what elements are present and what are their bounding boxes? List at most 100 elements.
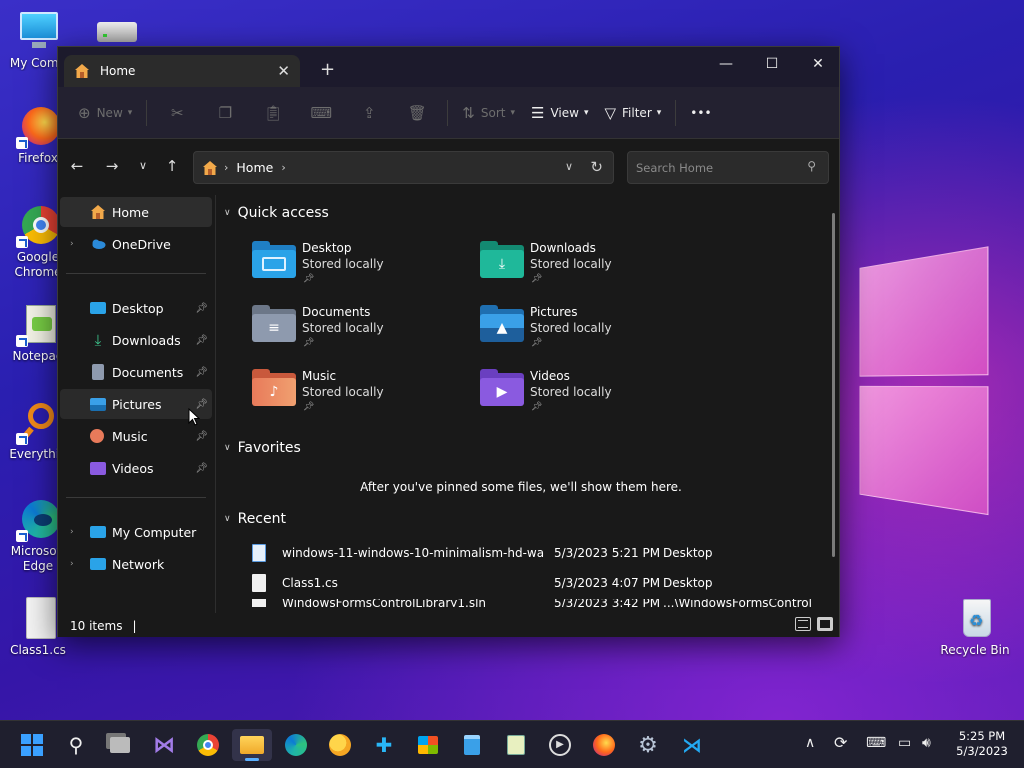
taskbar-media-player[interactable]: ▶ bbox=[540, 729, 580, 761]
taskbar-app-blue[interactable]: ✚ bbox=[364, 729, 404, 761]
quick-access-pictures[interactable]: ▲ Pictures Stored locally 📌︎ bbox=[480, 301, 690, 357]
start-button[interactable] bbox=[12, 729, 52, 761]
paste-button[interactable]: 📋︎ bbox=[249, 96, 297, 130]
recent-file-date: 5/3/2023 5:21 PM bbox=[554, 546, 661, 560]
sort-button[interactable]: ⇅ Sort ▾ bbox=[454, 96, 523, 130]
quick-access-videos[interactable]: ▶ Videos Stored locally 📌︎ bbox=[480, 365, 690, 421]
share-button[interactable]: ⇪ bbox=[345, 96, 393, 130]
taskbar-edge[interactable] bbox=[276, 729, 316, 761]
more-icon: ••• bbox=[690, 105, 712, 120]
pin-icon[interactable]: 📌︎ bbox=[195, 335, 208, 346]
sidebar-item-label: Network bbox=[112, 556, 165, 572]
up-button[interactable]: ↑ bbox=[159, 157, 185, 179]
pin-icon: 📌︎ bbox=[303, 402, 315, 412]
taskbar-weather[interactable] bbox=[320, 729, 360, 761]
sidebar-item-downloads[interactable]: ⤓ Downloads 📌︎ bbox=[60, 325, 212, 355]
breadcrumb-separator-icon[interactable]: › bbox=[281, 161, 285, 174]
new-button[interactable]: ⊕ New ▾ bbox=[70, 96, 140, 130]
pin-icon: 📌︎ bbox=[531, 338, 543, 348]
pin-icon[interactable]: 📌︎ bbox=[195, 303, 208, 314]
clock-date: 5/3/2023 bbox=[956, 744, 1008, 758]
address-bar[interactable]: › Home › ∨ ↻ bbox=[193, 151, 614, 184]
chevron-up-icon[interactable]: ∧ bbox=[805, 735, 815, 751]
back-button[interactable]: ← bbox=[64, 157, 90, 179]
solution-file-icon bbox=[252, 599, 266, 607]
sidebar-item-network[interactable]: › Network bbox=[60, 549, 212, 579]
desktop-icon-recycle-bin[interactable]: ♻ Recycle Bin bbox=[937, 597, 1013, 658]
chevron-down-icon[interactable]: ∨ bbox=[565, 160, 573, 173]
sidebar-item-desktop[interactable]: Desktop 📌︎ bbox=[60, 293, 212, 323]
filter-button[interactable]: ▽ Filter ▾ bbox=[596, 96, 669, 130]
breadcrumb-home[interactable]: Home bbox=[236, 160, 273, 175]
recent-file-row[interactable]: windows-11-windows-10-minimalism-hd-wall… bbox=[246, 538, 806, 568]
pin-icon[interactable]: 📌︎ bbox=[195, 367, 208, 378]
taskbar-firefox[interactable] bbox=[584, 729, 624, 761]
chevron-right-icon[interactable]: › bbox=[70, 527, 74, 537]
sidebar-item-home[interactable]: Home bbox=[60, 197, 212, 227]
recent-header[interactable]: ∨ Recent bbox=[224, 511, 286, 527]
maximize-button[interactable]: ☐ bbox=[749, 51, 795, 77]
copy-button[interactable]: ❐ bbox=[201, 96, 249, 130]
recent-locations-button[interactable]: ∨ bbox=[130, 159, 156, 181]
chevron-right-icon[interactable]: › bbox=[70, 559, 74, 569]
cut-button[interactable]: ✂ bbox=[153, 96, 201, 130]
search-input[interactable] bbox=[628, 152, 788, 183]
recent-clip: WindowsFormsControlLibrary1.sln 5/3/2023… bbox=[216, 599, 839, 607]
pin-icon[interactable]: 📌︎ bbox=[195, 463, 208, 474]
taskbar-store[interactable] bbox=[408, 729, 448, 761]
vertical-scrollbar[interactable] bbox=[832, 213, 835, 557]
search-icon: ⚲ bbox=[68, 733, 84, 757]
close-tab-icon[interactable]: ✕ bbox=[277, 62, 290, 80]
system-clock[interactable]: 5:25 PM 5/3/2023 bbox=[950, 729, 1014, 759]
favorites-empty-message: After you've pinned some files, we'll sh… bbox=[360, 480, 682, 494]
quick-access-desktop[interactable]: Desktop Stored locally 📌︎ bbox=[252, 237, 462, 293]
recent-file-row[interactable]: WindowsFormsControlLibrary1.sln 5/3/2023… bbox=[246, 599, 813, 607]
volume-icon[interactable]: 🔊︎ bbox=[922, 735, 931, 751]
sidebar-item-documents[interactable]: Documents 📌︎ bbox=[60, 357, 212, 387]
delete-button[interactable]: 🗑︎ bbox=[393, 96, 441, 130]
view-button[interactable]: ☰ View ▾ bbox=[523, 96, 596, 130]
sidebar-divider bbox=[66, 497, 206, 498]
quick-access-documents[interactable]: ≡ Documents Stored locally 📌︎ bbox=[252, 301, 462, 357]
quick-access-music[interactable]: ♪ Music Stored locally 📌︎ bbox=[252, 365, 462, 421]
sync-icon[interactable]: ⟳ bbox=[834, 733, 847, 752]
tab-home[interactable]: Home ✕ bbox=[64, 55, 300, 87]
sidebar-item-my-computer[interactable]: › My Computer bbox=[60, 517, 212, 547]
taskbar-search-button[interactable]: ⚲ bbox=[56, 729, 96, 761]
chevron-right-icon[interactable]: › bbox=[70, 239, 74, 249]
new-tab-button[interactable]: + bbox=[320, 59, 335, 80]
recent-file-location: ...\WindowsFormsControlL... bbox=[663, 599, 813, 607]
tiles-view-button[interactable] bbox=[817, 617, 833, 631]
minimize-button[interactable]: — bbox=[703, 51, 749, 77]
rename-icon: ⌨ bbox=[310, 103, 333, 122]
desktop-folder-icon bbox=[252, 241, 296, 279]
pin-icon[interactable]: 📌︎ bbox=[195, 431, 208, 442]
keyboard-icon[interactable]: ⌨ bbox=[866, 735, 886, 751]
network-tray-icon[interactable]: ▭ bbox=[898, 735, 911, 751]
more-options-button[interactable]: ••• bbox=[682, 96, 719, 130]
taskbar-visual-studio[interactable]: ⋈ bbox=[144, 729, 184, 761]
taskbar-task-view[interactable] bbox=[100, 729, 140, 761]
recent-file-row[interactable]: Class1.cs 5/3/2023 4:07 PM Desktop bbox=[246, 568, 806, 598]
documents-folder-icon: ≡ bbox=[252, 305, 296, 343]
taskbar-vscode[interactable]: ⋊ bbox=[672, 729, 712, 761]
details-view-button[interactable] bbox=[795, 617, 811, 631]
taskbar-notepad[interactable] bbox=[452, 729, 492, 761]
search-box[interactable]: ⚲ bbox=[627, 151, 829, 184]
refresh-icon[interactable]: ↻ bbox=[590, 158, 603, 176]
taskbar-notepadpp[interactable] bbox=[496, 729, 536, 761]
sidebar-item-onedrive[interactable]: › OneDrive bbox=[60, 229, 212, 259]
close-window-button[interactable]: ✕ bbox=[795, 51, 841, 77]
quick-access-downloads[interactable]: ⤓ Downloads Stored locally 📌︎ bbox=[480, 237, 690, 293]
forward-button[interactable]: → bbox=[99, 157, 125, 179]
desktop-icon-label: Recycle Bin bbox=[940, 643, 1010, 657]
filter-label: Filter bbox=[622, 105, 652, 120]
taskbar-settings[interactable]: ⚙ bbox=[628, 729, 668, 761]
sidebar-item-label: Desktop bbox=[112, 300, 164, 316]
rename-button[interactable]: ⌨ bbox=[297, 96, 345, 130]
quick-access-header[interactable]: ∨ Quick access bbox=[224, 205, 329, 221]
taskbar-chrome[interactable] bbox=[188, 729, 228, 761]
favorites-header[interactable]: ∨ Favorites bbox=[224, 440, 301, 456]
sidebar-item-videos[interactable]: Videos 📌︎ bbox=[60, 453, 212, 483]
taskbar-file-explorer[interactable] bbox=[232, 729, 272, 761]
